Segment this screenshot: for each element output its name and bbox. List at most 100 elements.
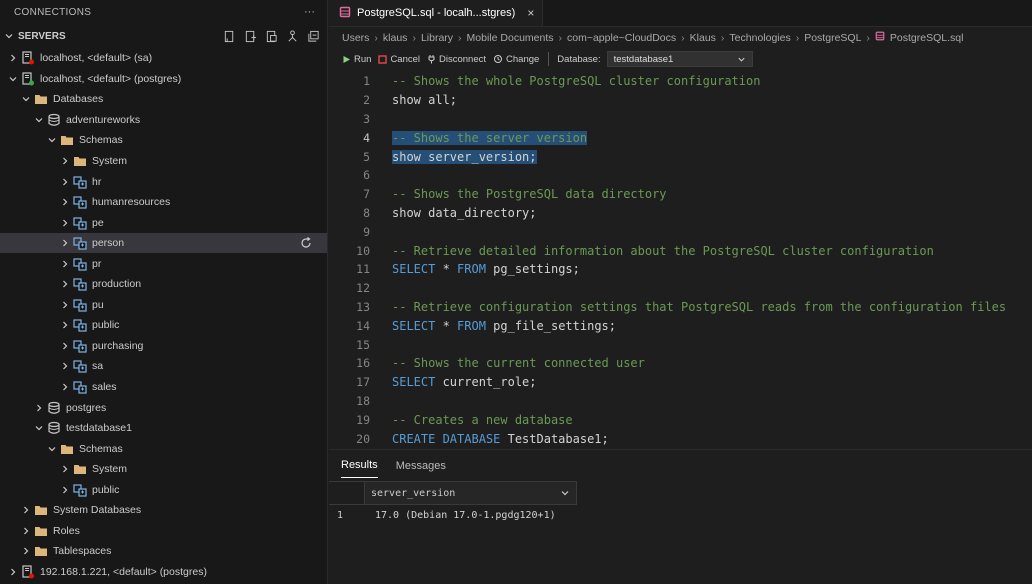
chevron-right-icon[interactable] xyxy=(58,462,72,476)
servers-section-header[interactable]: SERVERS xyxy=(0,24,327,48)
chevron-right-icon[interactable] xyxy=(32,401,46,415)
run-button[interactable]: Run xyxy=(342,54,371,65)
code-line[interactable]: 3 xyxy=(329,110,1032,129)
new-query-icon[interactable] xyxy=(220,28,239,45)
breadcrumb-item[interactable]: Users xyxy=(342,32,369,44)
tree-item-localhost-default-sa[interactable]: localhost, <default> (sa) xyxy=(0,48,327,69)
chevron-right-icon[interactable] xyxy=(58,277,72,291)
chevron-right-icon[interactable] xyxy=(58,380,72,394)
chevron-down-icon[interactable] xyxy=(19,92,33,106)
code-line[interactable]: 16 -- Shows the current connected user xyxy=(329,354,1032,373)
chevron-right-icon[interactable] xyxy=(58,298,72,312)
chevron-right-icon[interactable] xyxy=(58,318,72,332)
code-line[interactable]: 2 show all; xyxy=(329,91,1032,110)
code-line[interactable]: 20 CREATE DATABASE TestDatabase1; xyxy=(329,429,1032,447)
breadcrumb-item[interactable]: Klaus xyxy=(690,32,716,44)
code-editor[interactable]: 1 -- Shows the whole PostgreSQL cluster c… xyxy=(329,72,1032,447)
chevron-right-icon[interactable] xyxy=(58,175,72,189)
tree-item-roles[interactable]: Roles xyxy=(0,521,327,542)
editor-tab-postgresql[interactable]: PostgreSQL.sql - localh...stgres) × xyxy=(329,0,544,26)
tree-item-testdatabase1[interactable]: testdatabase1 xyxy=(0,418,327,439)
chevron-right-icon[interactable] xyxy=(58,339,72,353)
tree-item-pu[interactable]: pu xyxy=(0,295,327,316)
table-row[interactable]: 1 17.0 (Debian 17.0-1.pgdg120+1) xyxy=(329,505,577,525)
tree-item-pe[interactable]: pe xyxy=(0,212,327,233)
tree-item-public[interactable]: public xyxy=(0,315,327,336)
code-line[interactable]: 17 SELECT current_role; xyxy=(329,373,1032,392)
refresh-icon[interactable] xyxy=(299,236,313,250)
breadcrumb-item[interactable]: Library xyxy=(421,32,453,44)
tree-item-pr[interactable]: pr xyxy=(0,253,327,274)
tree-item-sales[interactable]: sales xyxy=(0,377,327,398)
cell-server-version[interactable]: 17.0 (Debian 17.0-1.pgdg120+1) xyxy=(365,510,556,521)
new-notebook-icon[interactable] xyxy=(241,28,260,45)
chevron-right-icon[interactable] xyxy=(58,359,72,373)
close-icon[interactable]: × xyxy=(527,6,534,20)
chevron-down-icon[interactable] xyxy=(45,133,59,147)
code-line[interactable]: 13 -- Retrieve configuration settings tha… xyxy=(329,298,1032,317)
breadcrumb-item[interactable]: Mobile Documents xyxy=(467,32,554,44)
tree-item-postgres[interactable]: postgres xyxy=(0,397,327,418)
code-line[interactable]: 9 xyxy=(329,222,1032,241)
tree-item-system[interactable]: System xyxy=(0,459,327,480)
chevron-down-icon[interactable] xyxy=(6,72,20,86)
chevron-down-icon[interactable] xyxy=(32,421,46,435)
tree-item-adventureworks[interactable]: adventureworks xyxy=(0,110,327,131)
tree-item-public[interactable]: public xyxy=(0,479,327,500)
chevron-right-icon[interactable] xyxy=(6,51,20,65)
breadcrumb-item[interactable]: Technologies xyxy=(729,32,790,44)
code-line[interactable]: 19 -- Creates a new database xyxy=(329,410,1032,429)
code-line[interactable]: 12 xyxy=(329,279,1032,298)
tree-item-tablespaces[interactable]: Tablespaces xyxy=(0,541,327,562)
tree-item-system-databases[interactable]: System Databases xyxy=(0,500,327,521)
chevron-right-icon[interactable] xyxy=(58,483,72,497)
code-line[interactable]: 6 xyxy=(329,166,1032,185)
chevron-right-icon[interactable] xyxy=(19,503,33,517)
tree-item-humanresources[interactable]: humanresources xyxy=(0,192,327,213)
database-select[interactable]: testdatabase1 xyxy=(606,51,753,67)
breadcrumb-item[interactable]: PostgreSQL.sql xyxy=(890,32,964,44)
tree-item-databases[interactable]: Databases xyxy=(0,89,327,110)
chevron-right-icon[interactable] xyxy=(58,257,72,271)
code-line[interactable]: 18 xyxy=(329,392,1032,411)
breadcrumb-item[interactable]: com~apple~CloudDocs xyxy=(567,32,676,44)
tree-item-hr[interactable]: hr xyxy=(0,171,327,192)
tree-item-schemas[interactable]: Schemas xyxy=(0,438,327,459)
column-header-server-version[interactable]: server_version xyxy=(365,482,577,504)
code-line[interactable]: 14 SELECT * FROM pg_file_settings; xyxy=(329,316,1032,335)
disconnect-button[interactable]: Disconnect xyxy=(427,54,486,65)
tree-item-localhost-default-postgres[interactable]: localhost, <default> (postgres) xyxy=(0,69,327,90)
tab-results[interactable]: Results xyxy=(341,459,378,478)
chevron-right-icon[interactable] xyxy=(58,236,72,250)
code-line[interactable]: 5 show server_version; xyxy=(329,147,1032,166)
code-line[interactable]: 7 -- Shows the PostgreSQL data directory xyxy=(329,185,1032,204)
tree-item-sa[interactable]: sa xyxy=(0,356,327,377)
tree-item-192-168-1-221-default-postgres[interactable]: 192.168.1.221, <default> (postgres) xyxy=(0,562,327,583)
chevron-right-icon[interactable] xyxy=(58,195,72,209)
code-line[interactable]: 4 -- Shows the server version xyxy=(329,128,1032,147)
more-actions-icon[interactable]: ··· xyxy=(304,6,315,18)
change-connection-button[interactable]: Change xyxy=(493,54,539,65)
chevron-down-icon[interactable] xyxy=(32,113,46,127)
chevron-right-icon[interactable] xyxy=(58,154,72,168)
chevron-right-icon[interactable] xyxy=(19,544,33,558)
chevron-right-icon[interactable] xyxy=(6,565,20,579)
tree-item-system[interactable]: System xyxy=(0,151,327,172)
code-line[interactable]: 10 -- Retrieve detailed information about… xyxy=(329,241,1032,260)
cancel-button[interactable]: Cancel xyxy=(378,54,420,65)
tree-item-schemas[interactable]: Schemas xyxy=(0,130,327,151)
active-connections-icon[interactable] xyxy=(283,28,302,45)
collapse-all-icon[interactable] xyxy=(304,28,323,45)
tab-messages[interactable]: Messages xyxy=(396,460,446,478)
code-line[interactable]: 1 -- Shows the whole PostgreSQL cluster c… xyxy=(329,72,1032,91)
tree-item-person[interactable]: person xyxy=(0,232,327,254)
chevron-down-icon[interactable] xyxy=(45,442,59,456)
breadcrumb-item[interactable]: klaus xyxy=(383,32,408,44)
breadcrumb-item[interactable]: PostgreSQL xyxy=(804,32,861,44)
tree-item-purchasing[interactable]: purchasing xyxy=(0,336,327,357)
tree-item-production[interactable]: production xyxy=(0,274,327,295)
code-line[interactable]: 8 show data_directory; xyxy=(329,204,1032,223)
chevron-right-icon[interactable] xyxy=(19,524,33,538)
chevron-right-icon[interactable] xyxy=(58,216,72,230)
code-line[interactable]: 15 xyxy=(329,335,1032,354)
